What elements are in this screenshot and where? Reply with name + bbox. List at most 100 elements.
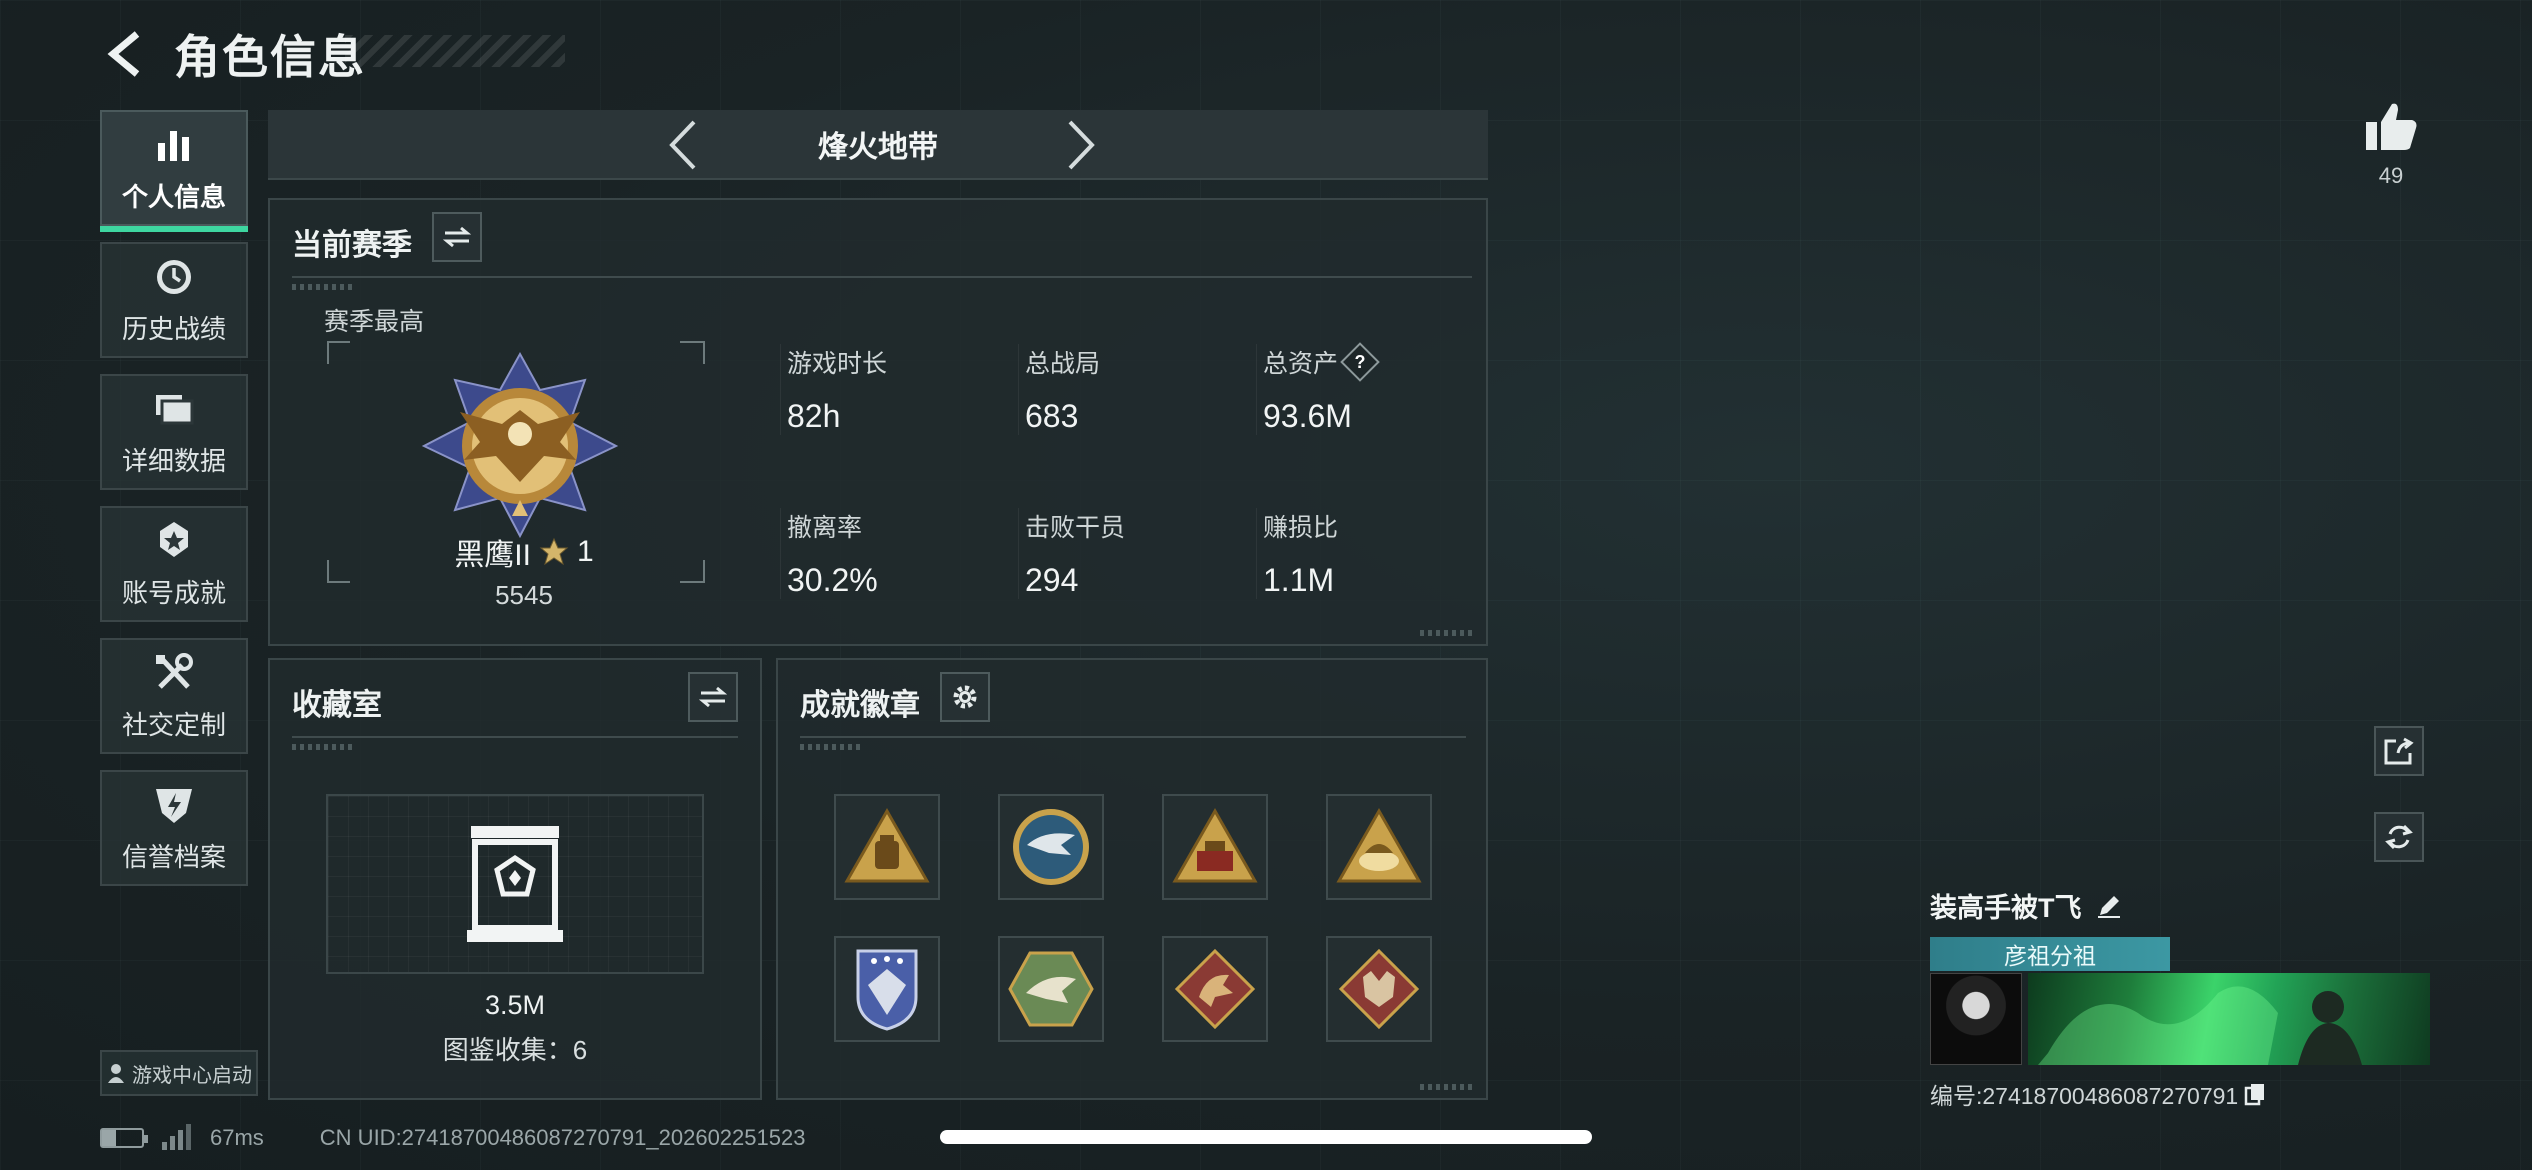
nav-item-history[interactable]: 历史战绩 <box>100 242 248 358</box>
badge-slot[interactable] <box>1162 936 1268 1042</box>
player-name: 装高手被T飞 <box>1930 893 2082 923</box>
stat-label: 总资产 <box>1263 350 1339 378</box>
badges-title: 成就徽章 <box>800 689 920 722</box>
mode-prev-button[interactable] <box>658 120 708 170</box>
stat-value: 82h <box>787 398 841 434</box>
swap-icon <box>443 226 471 248</box>
profile-banner <box>1930 973 2430 1065</box>
launch-label: 游戏中心启动 <box>132 1064 252 1087</box>
badge-slot[interactable] <box>834 794 940 900</box>
help-icon[interactable]: ? <box>1340 342 1380 382</box>
bar-chart-icon <box>158 130 189 161</box>
cn-uid: CN UID:2741870048608727079​1_20260225152… <box>319 1125 806 1150</box>
nav-label: 账号成就 <box>121 577 226 608</box>
medal-icon <box>160 521 188 557</box>
stat-play-time: 游戏时长 82h <box>780 344 887 435</box>
stat-value: 1.1M <box>1263 562 1335 598</box>
badge-slot[interactable] <box>998 794 1104 900</box>
mode-next-button[interactable] <box>1056 120 1106 170</box>
rank-name-row: 黑鹰II 1 <box>374 530 674 574</box>
tools-icon <box>156 652 193 689</box>
like-widget[interactable]: 49 <box>2356 100 2426 189</box>
stat-label: 撤离率 <box>787 514 863 542</box>
stat-total-matches: 总战局 683 <box>1018 344 1100 435</box>
team-name: 彦祖分祖 <box>2004 943 2096 969</box>
name-card-art <box>2028 973 2430 1065</box>
divider <box>800 736 1466 738</box>
current-season-panel: 当前赛季 赛季最高 黑鹰II 1 5545 游戏时长 82h 总战局 683 总… <box>268 198 1488 646</box>
shield-stars-badge-icon <box>856 949 918 1031</box>
stat-value: 683 <box>1025 398 1079 434</box>
nav-label: 个人信息 <box>121 181 226 212</box>
stat-profit-loss: 赚损比 1.1M <box>1256 508 1338 599</box>
badge-slot[interactable] <box>1326 936 1432 1042</box>
season-best-label: 赛季最高 <box>324 308 425 336</box>
profile-name-row: 装高手被T飞 <box>1930 886 2430 925</box>
game-center-launch-button[interactable]: 游戏中心启动 <box>100 1050 258 1096</box>
stat-label-row: 总资产 ? <box>1263 342 1380 382</box>
clock-icon <box>157 259 191 294</box>
nav-label: 详细数据 <box>121 445 226 476</box>
badges-settings-button[interactable] <box>940 672 990 722</box>
bird-triangle-badge-icon <box>1336 807 1422 883</box>
divider-tick <box>292 744 352 750</box>
edit-pencil-icon[interactable] <box>2096 893 2122 919</box>
stat-operators-defeated: 击败干员 294 <box>1018 508 1125 599</box>
nav-label: 社交定制 <box>121 709 226 740</box>
season-switch-button[interactable] <box>432 212 482 262</box>
team-tag: 彦祖分祖 <box>1930 937 2170 971</box>
battery-icon <box>100 1128 148 1148</box>
mode-title: 烽火地带 <box>818 131 938 164</box>
eagle-circle-badge-icon <box>1013 809 1089 885</box>
season-title: 当前赛季 <box>292 229 412 262</box>
copy-icon[interactable] <box>2244 1082 2266 1106</box>
thumbs-up-icon <box>2366 103 2417 150</box>
collection-count: 图鉴收集：6 <box>442 1035 588 1065</box>
stat-value: 294 <box>1025 562 1079 598</box>
divider-tick <box>292 284 352 290</box>
mode-selector: 烽火地带 <box>268 110 1488 180</box>
rank-emblem-icon <box>421 351 619 539</box>
nav-item-personal-info[interactable]: 个人信息 <box>100 110 248 232</box>
badge-slot[interactable] <box>834 936 940 1042</box>
status-bar: 67ms CN UID:2741870048608727079​1_202602… <box>100 1120 805 1156</box>
stat-label: 击败干员 <box>1025 514 1126 542</box>
display-case-icon <box>467 826 563 942</box>
folders-icon <box>156 394 194 424</box>
dragon-diamond-badge-icon <box>1174 948 1256 1030</box>
back-button[interactable] <box>100 22 150 86</box>
eagle-hexagon-badge-icon <box>1008 951 1094 1027</box>
collection-switch-button[interactable] <box>688 672 738 722</box>
nav-item-reputation[interactable]: 信誉档案 <box>100 770 248 886</box>
nav-item-social[interactable]: 社交定制 <box>100 638 248 754</box>
player-uid: 编号:2741870048608727079​1 <box>1930 1083 2239 1109</box>
nav-item-detailed-data[interactable]: 详细数据 <box>100 374 248 490</box>
character-art-icon <box>2038 986 2362 1065</box>
stat-extract-rate: 撤离率 30.2% <box>780 508 878 599</box>
chevron-right-icon <box>1068 120 1095 170</box>
bag-triangle-badge-icon <box>844 807 930 883</box>
shield-icon <box>156 788 192 823</box>
ping-value: 67ms <box>210 1125 264 1150</box>
badge-slot[interactable] <box>1162 794 1268 900</box>
share-button[interactable] <box>2374 726 2424 776</box>
collection-panel[interactable]: 收藏室 3.5M 图鉴收集：6 <box>268 658 762 1100</box>
collection-display <box>326 794 704 974</box>
home-indicator[interactable] <box>940 1130 1592 1144</box>
badge-slot[interactable] <box>998 936 1104 1042</box>
nav-label: 历史战绩 <box>121 313 226 344</box>
refresh-button[interactable] <box>2374 812 2424 862</box>
avatar[interactable] <box>1930 973 2022 1065</box>
nav-item-achievements[interactable]: 账号成就 <box>100 506 248 622</box>
signal-icon <box>162 1124 191 1150</box>
player-uid-row: 编号:2741870048608727079​1 <box>1930 1077 2430 1111</box>
back-arrow-icon <box>107 31 140 77</box>
page-header: 角色信息 <box>100 22 366 86</box>
side-nav: 个人信息 历史战绩 详细数据 账号成就 社交定制 信誉档案 <box>100 110 248 902</box>
collection-title: 收藏室 <box>292 689 382 722</box>
badge-slot[interactable] <box>1326 794 1432 900</box>
star-icon <box>539 537 569 566</box>
stat-value: 30.2% <box>787 562 878 598</box>
help-text: ? <box>1354 351 1366 372</box>
rank-stars: 1 <box>576 535 594 568</box>
